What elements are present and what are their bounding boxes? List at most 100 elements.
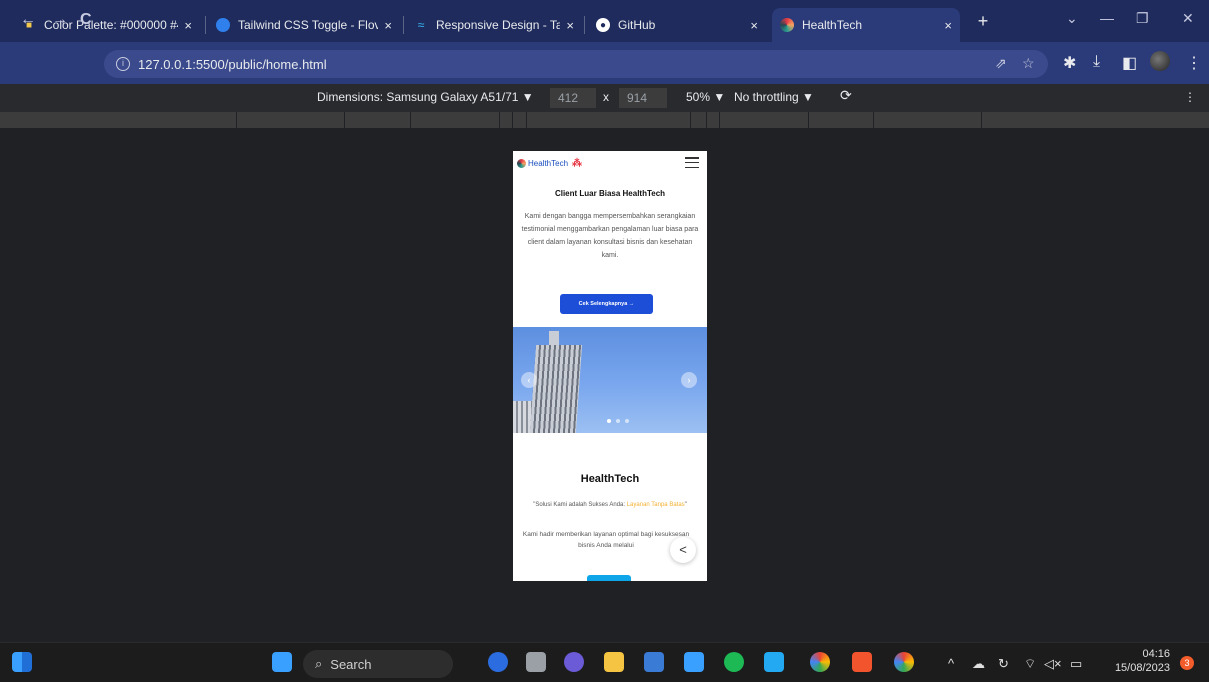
reload-icon[interactable]: C <box>80 11 92 29</box>
clock-time: 04:16 <box>1142 648 1170 660</box>
tab-title: Tailwind CSS Toggle - Flov <box>238 18 379 32</box>
spotify-icon[interactable] <box>724 652 744 672</box>
close-window-icon[interactable]: ✕ <box>1182 10 1194 27</box>
see-more-button[interactable]: Cek Selengkapnya → <box>560 294 653 314</box>
side-panel-icon[interactable]: ◧ <box>1122 53 1137 73</box>
search-label: Search <box>330 656 372 672</box>
ruler-tick <box>526 112 527 128</box>
restore-icon[interactable]: ❐ <box>1136 10 1149 27</box>
screen: ■ Color Palette: #000000 #4 × Tailwind C… <box>0 0 1209 682</box>
height-input[interactable]: 914 <box>619 88 667 108</box>
hamburger-menu-icon[interactable] <box>685 157 699 168</box>
logo-mark-icon <box>517 158 526 168</box>
app-l-icon[interactable] <box>684 652 704 672</box>
flowbite-favicon-icon <box>216 18 230 32</box>
browser-menu-icon[interactable]: ⋮ <box>1186 53 1202 73</box>
file-explorer-icon[interactable] <box>604 652 624 672</box>
device-toolbar: Dimensions: Samsung Galaxy A51/71 ▼ x 50… <box>0 84 1209 112</box>
close-tab-icon[interactable]: × <box>384 18 392 33</box>
profile-avatar[interactable] <box>1150 51 1170 71</box>
windows-start-icon[interactable] <box>272 652 292 672</box>
tab-title: GitHub <box>618 18 656 32</box>
store-icon[interactable] <box>644 652 664 672</box>
new-tab-button[interactable]: + <box>974 12 992 30</box>
close-tab-icon[interactable]: × <box>750 18 758 33</box>
section-title: HealthTech <box>580 473 640 485</box>
address-bar[interactable]: i 127.0.0.1:5500/public/home.html <box>104 50 1048 78</box>
teams-icon[interactable] <box>564 652 584 672</box>
carousel-dot[interactable] <box>607 419 611 423</box>
ruler-tick <box>344 112 345 128</box>
site-logo[interactable]: HealthTech ⁂ <box>517 158 582 169</box>
device-select[interactable]: Dimensions: Samsung Galaxy A51/71 ▼ <box>317 90 534 104</box>
site-info-icon[interactable]: i <box>116 57 130 71</box>
quote-highlight: Layanan Tanpa Batas <box>626 502 685 508</box>
partial-button[interactable] <box>587 575 631 581</box>
notification-badge[interactable]: 3 <box>1180 656 1194 670</box>
bookmark-star-icon[interactable]: ☆ <box>1022 55 1035 72</box>
taskbar-clock[interactable]: 04:16 15/08/2023 <box>1106 647 1170 675</box>
tab-tailwind-toggle[interactable]: Tailwind CSS Toggle - Flov × <box>208 8 400 42</box>
update-icon[interactable]: ↻ <box>998 656 1009 672</box>
ruler-tick <box>236 112 237 128</box>
github-favicon-icon: ● <box>596 18 610 32</box>
carousel-dot[interactable] <box>616 419 620 423</box>
url-text: 127.0.0.1:5500/public/home.html <box>138 56 327 72</box>
ruler-tick <box>512 112 513 128</box>
tab-color-palette[interactable]: ■ Color Palette: #000000 #4 × <box>14 8 200 42</box>
vscode-icon[interactable] <box>764 652 784 672</box>
onedrive-icon[interactable]: ☁ <box>972 656 985 672</box>
ruler-tick <box>410 112 411 128</box>
tab-responsive-design[interactable]: ≈ Responsive Design - Tailw × <box>406 8 582 42</box>
download-icon[interactable]: ⤓ <box>1093 53 1100 71</box>
carousel-prev-button[interactable]: ‹ <box>521 372 537 388</box>
close-tab-icon[interactable]: × <box>944 18 952 33</box>
dimension-times: x <box>603 90 609 104</box>
tab-search-icon[interactable]: ⌄ <box>1066 10 1078 27</box>
devtools-more-icon[interactable]: ⋮ <box>1184 90 1196 104</box>
building-image <box>529 345 583 433</box>
quote-text: "Solusi Kami adalah Sukses Anda: <box>533 502 627 508</box>
tray-overflow-icon[interactable]: ^ <box>948 656 954 671</box>
chrome-icon[interactable] <box>810 652 830 672</box>
ruler-tick <box>981 112 982 128</box>
tab-github[interactable]: ● GitHub × <box>588 8 766 42</box>
minimize-icon[interactable]: — <box>1100 10 1114 26</box>
carousel-indicators <box>607 419 629 423</box>
rotate-icon[interactable]: ⟳ <box>840 87 852 104</box>
taskbar-search[interactable]: ⌕ Search <box>303 650 453 678</box>
device-viewport: HealthTech ⁂ Client Luar Biasa HealthTec… <box>513 151 707 581</box>
close-tab-icon[interactable]: × <box>566 18 574 33</box>
tab-separator <box>205 16 206 34</box>
quote-text: " <box>684 502 687 508</box>
share-page-icon[interactable]: ⇗ <box>995 55 1007 72</box>
forward-icon[interactable]: → <box>52 11 68 29</box>
extensions-icon[interactable]: ✱ <box>1063 53 1076 73</box>
widgets-icon[interactable] <box>12 652 32 672</box>
tab-healthtech[interactable]: HealthTech × <box>772 8 960 42</box>
width-input[interactable]: 412 <box>550 88 596 108</box>
tailwind-favicon-icon: ≈ <box>417 18 425 32</box>
testimonial-heading: Client Luar Biasa HealthTech <box>554 189 666 198</box>
carousel-next-button[interactable]: › <box>681 372 697 388</box>
throttling-select[interactable]: No throttling ▼ <box>734 90 814 104</box>
ruler-tick <box>499 112 500 128</box>
volume-icon[interactable]: ◁× <box>1044 656 1062 672</box>
share-button[interactable]: < <box>670 537 696 563</box>
wifi-icon[interactable]: ⌔ <box>1024 656 1036 672</box>
close-tab-icon[interactable]: × <box>184 18 192 33</box>
tagline-quote: "Solusi Kami adalah Sukses Anda: Layanan… <box>521 500 699 510</box>
task-view-icon[interactable] <box>526 652 546 672</box>
media-query-ruler[interactable] <box>0 112 1209 128</box>
battery-icon[interactable]: ▭ <box>1070 656 1082 672</box>
zoom-select[interactable]: 50% ▼ <box>686 90 725 104</box>
chrome-profile-icon[interactable] <box>894 652 914 672</box>
site-navbar: HealthTech ⁂ <box>513 151 707 175</box>
carousel-dot[interactable] <box>625 419 629 423</box>
tab-title: HealthTech <box>802 18 863 32</box>
bing-icon[interactable] <box>488 652 508 672</box>
ruler-tick <box>706 112 707 128</box>
xampp-icon[interactable] <box>852 652 872 672</box>
back-icon[interactable]: ← <box>20 11 36 29</box>
image-carousel: ‹ › <box>513 327 707 433</box>
